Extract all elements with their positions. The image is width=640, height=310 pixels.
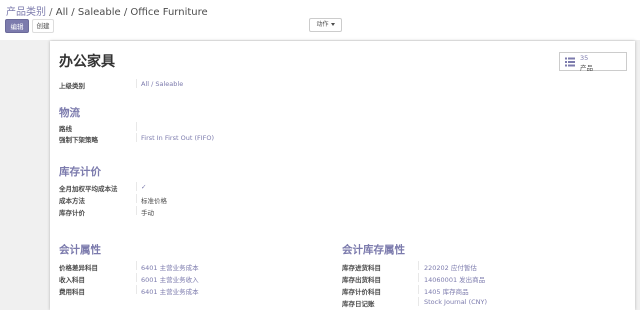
field-divider xyxy=(418,273,419,282)
removal-strategy-label: 强制下架策略 xyxy=(59,136,98,144)
products-count: 35 xyxy=(580,54,589,62)
inventory-valuation-section-title: 库存计价 xyxy=(59,166,101,178)
control-panel: 产品类别 / All / Saleable / Office Furniture… xyxy=(0,0,640,40)
income-account-link[interactable]: 6001 主营业务收入 xyxy=(141,274,199,284)
stock-output-account-link[interactable]: 14060001 发出商品 xyxy=(424,274,485,284)
record-title: 办公家具 xyxy=(59,54,115,70)
income-account-label: 收入科目 xyxy=(59,276,85,284)
stock-journal-link[interactable]: Stock Journal (CNY) xyxy=(424,298,487,306)
price-difference-account-link[interactable]: 6401 主营业务成本 xyxy=(141,262,199,272)
products-label: 产品 xyxy=(580,64,593,72)
action-dropdown-button[interactable]: 动作 xyxy=(309,18,342,32)
expense-account-link[interactable]: 6401 主营业务成本 xyxy=(141,286,199,296)
avco-all-checkbox[interactable]: ✓ xyxy=(141,183,146,191)
routes-label: 路线 xyxy=(59,125,72,133)
stock-journal-label: 库存日记账 xyxy=(342,300,375,308)
create-button[interactable]: 创建 xyxy=(32,19,54,33)
stock-valuation-account-link[interactable]: 1405 库存商品 xyxy=(424,286,469,296)
valuation-value: 手动 xyxy=(141,209,154,217)
expense-account-label: 费用科目 xyxy=(59,288,85,296)
breadcrumb-current: All / Saleable / Office Furniture xyxy=(55,7,208,18)
field-divider xyxy=(136,285,137,294)
edit-button[interactable]: 编辑 xyxy=(5,19,29,33)
breadcrumb-root-link[interactable]: 产品类别 xyxy=(6,7,46,18)
stock-output-account-label: 库存出货科目 xyxy=(342,276,381,284)
field-divider xyxy=(418,285,419,294)
form-sheet: 办公家具 35 产品 上级类别 All / Saleable 物流 路线 强制下… xyxy=(50,41,635,310)
caret-down-icon xyxy=(330,23,335,26)
products-stat-button[interactable]: 35 产品 xyxy=(559,52,627,72)
parent-category-label: 上级类别 xyxy=(59,82,85,90)
cost-method-value: 标准价格 xyxy=(141,197,167,205)
field-divider xyxy=(136,273,137,282)
field-divider xyxy=(418,297,419,306)
field-divider xyxy=(136,261,137,270)
field-divider xyxy=(136,122,137,131)
list-icon xyxy=(565,57,575,67)
breadcrumb-separator: / xyxy=(46,7,56,18)
stock-valuation-account-label: 库存计价科目 xyxy=(342,288,381,296)
valuation-label: 库存计价 xyxy=(59,209,85,217)
field-divider xyxy=(136,79,137,88)
account-properties-section-title: 会计属性 xyxy=(59,244,101,256)
field-divider xyxy=(136,206,137,215)
stock-input-account-label: 库存进货科目 xyxy=(342,264,381,272)
price-difference-account-label: 价格差异科目 xyxy=(59,264,98,272)
breadcrumb: 产品类别 / All / Saleable / Office Furniture xyxy=(6,3,208,18)
field-divider xyxy=(136,182,137,191)
removal-strategy-link[interactable]: First In First Out (FIFO) xyxy=(141,134,214,142)
account-stock-properties-section-title: 会计库存属性 xyxy=(342,244,405,256)
parent-category-link[interactable]: All / Saleable xyxy=(141,80,183,88)
logistics-section-title: 物流 xyxy=(59,107,80,119)
stock-input-account-link[interactable]: 220202 应付暂估 xyxy=(424,262,477,272)
field-divider xyxy=(418,261,419,270)
avco-all-label: 全月加权平均成本法 xyxy=(59,185,118,193)
action-dropdown-label: 动作 xyxy=(316,21,329,28)
field-divider xyxy=(136,194,137,203)
cost-method-label: 成本方法 xyxy=(59,197,85,205)
field-divider xyxy=(136,133,137,142)
